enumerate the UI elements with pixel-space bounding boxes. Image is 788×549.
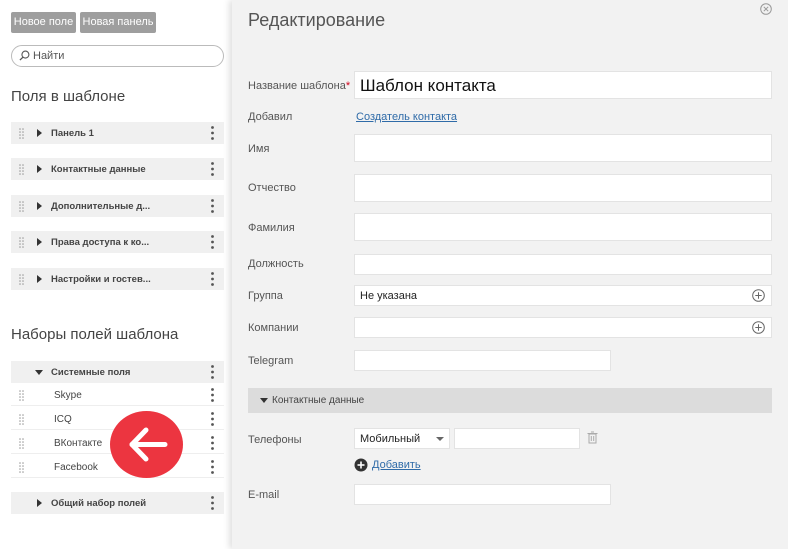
- field-set-item[interactable]: Skype: [11, 384, 224, 406]
- drag-handle-icon[interactable]: [19, 390, 24, 401]
- required-mark: *: [345, 80, 351, 92]
- expand-icon[interactable]: [37, 238, 42, 246]
- expand-icon[interactable]: [37, 165, 42, 173]
- more-options-icon[interactable]: [211, 460, 214, 474]
- template-name-input[interactable]: Шаблон контакта: [354, 71, 772, 99]
- drag-handle-icon[interactable]: [19, 201, 24, 212]
- first-name-label: Имя: [248, 143, 270, 155]
- edit-panel-title: Редактирование: [248, 10, 386, 30]
- field-panel-label: Дополнительные д...: [51, 201, 151, 212]
- common-field-set-row[interactable]: Общий набор полей: [11, 492, 224, 514]
- new-field-button[interactable]: Новое поле: [11, 12, 76, 33]
- more-options-icon[interactable]: [211, 162, 214, 176]
- chevron-down-icon: [436, 437, 444, 441]
- search-placeholder: Найти: [33, 50, 65, 62]
- expand-icon[interactable]: [37, 202, 42, 210]
- field-set-item-label: ВКонтакте: [54, 438, 103, 449]
- collapse-icon[interactable]: [260, 398, 268, 403]
- position-input[interactable]: [354, 254, 772, 275]
- group-value: Не указана: [360, 290, 418, 302]
- template-name-value: Шаблон контакта: [360, 76, 496, 95]
- add-phone-link[interactable]: Добавить: [372, 459, 421, 471]
- drag-handle-icon[interactable]: [19, 462, 24, 473]
- contact-data-group[interactable]: Контактные данные: [248, 388, 772, 413]
- edit-panel: Редактирование Название шаблона* Шаблон …: [232, 0, 788, 549]
- arrow-left-icon: [110, 411, 183, 478]
- drag-handle-icon[interactable]: [19, 128, 24, 139]
- expand-icon[interactable]: [37, 275, 42, 283]
- patronymic-label: Отчество: [248, 182, 296, 194]
- more-options-icon[interactable]: [211, 199, 214, 213]
- companies-label: Компании: [248, 322, 299, 334]
- more-options-icon[interactable]: [211, 272, 214, 286]
- field-set-label: Общий набор полей: [51, 498, 147, 509]
- companies-input[interactable]: [354, 317, 772, 338]
- expand-icon[interactable]: [37, 499, 42, 507]
- more-options-icon[interactable]: [211, 496, 214, 510]
- email-input[interactable]: [354, 484, 611, 505]
- more-options-icon[interactable]: [211, 412, 214, 426]
- last-name-label: Фамилия: [248, 222, 295, 234]
- field-set-item-label: ICQ: [54, 414, 72, 425]
- field-panel-row[interactable]: Права доступа к ко...: [11, 231, 224, 253]
- field-set-label: Системные поля: [51, 367, 131, 378]
- system-fields-set-row[interactable]: Системные поля: [11, 361, 224, 383]
- expand-icon[interactable]: [37, 129, 42, 137]
- drag-handle-icon[interactable]: [19, 414, 24, 425]
- search-icon: [19, 50, 30, 61]
- collapse-icon[interactable]: [35, 370, 43, 375]
- contact-data-group-label: Контактные данные: [272, 395, 365, 406]
- field-panel-row[interactable]: Дополнительные д...: [11, 195, 224, 217]
- group-input[interactable]: Не указана: [354, 285, 772, 306]
- field-panel-label: Контактные данные: [51, 164, 146, 175]
- field-panel-label: Панель 1: [51, 128, 94, 139]
- field-set-item-label: Skype: [54, 390, 82, 401]
- telegram-input[interactable]: [354, 350, 611, 371]
- new-panel-button[interactable]: Новая панель: [80, 12, 156, 33]
- drag-handle-icon[interactable]: [19, 274, 24, 285]
- add-circle-icon[interactable]: [752, 289, 765, 302]
- add-circle-icon[interactable]: [752, 321, 765, 334]
- drag-handle-icon[interactable]: [19, 164, 24, 175]
- email-label: E-mail: [248, 489, 280, 501]
- close-icon[interactable]: [760, 3, 772, 15]
- field-set-item-label: Facebook: [54, 462, 98, 473]
- phone-type-value: Мобильный: [360, 433, 421, 445]
- add-phone-icon[interactable]: [354, 458, 368, 472]
- added-by-label: Добавил: [248, 111, 293, 123]
- field-sets-section-title: Наборы полей шаблона: [11, 326, 179, 343]
- added-by-link[interactable]: Создатель контакта: [356, 111, 457, 123]
- phone-number-input[interactable]: [454, 428, 580, 449]
- more-options-icon[interactable]: [211, 436, 214, 450]
- more-options-icon[interactable]: [211, 388, 214, 402]
- first-name-input[interactable]: [354, 134, 772, 162]
- last-name-input[interactable]: [354, 213, 772, 241]
- group-label: Группа: [248, 290, 283, 302]
- telegram-label: Telegram: [248, 355, 294, 367]
- template-name-label: Название шаблона*: [248, 80, 351, 92]
- drag-handle-icon[interactable]: [19, 438, 24, 449]
- patronymic-input[interactable]: [354, 174, 772, 202]
- field-panel-row[interactable]: Панель 1: [11, 122, 224, 144]
- field-panel-label: Настройки и гостев...: [51, 274, 151, 285]
- trash-icon[interactable]: [587, 431, 598, 444]
- search-input[interactable]: Найти: [11, 45, 224, 67]
- phone-type-select[interactable]: Мобильный: [354, 428, 450, 449]
- drag-handle-icon[interactable]: [19, 237, 24, 248]
- more-options-icon[interactable]: [211, 365, 214, 379]
- more-options-icon[interactable]: [211, 235, 214, 249]
- fields-sidebar: Новое поле Новая панель Найти Поля в шаб…: [0, 0, 232, 549]
- phones-label: Телефоны: [248, 434, 302, 446]
- more-options-icon[interactable]: [211, 126, 214, 140]
- field-panel-row[interactable]: Контактные данные: [11, 158, 224, 180]
- field-panel-label: Права доступа к ко...: [51, 237, 150, 248]
- field-panel-row[interactable]: Настройки и гостев...: [11, 268, 224, 290]
- position-label: Должность: [248, 258, 304, 270]
- fields-section-title: Поля в шаблоне: [11, 88, 126, 105]
